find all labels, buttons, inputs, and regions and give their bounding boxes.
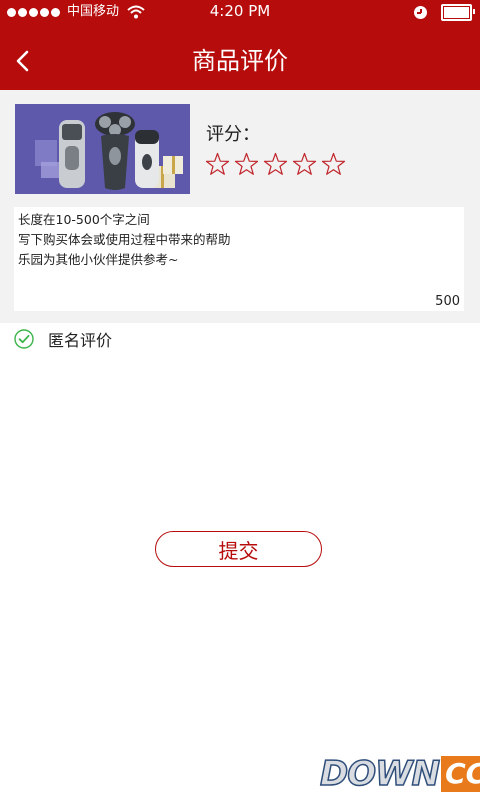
watermark-logo: DOWN CC <box>319 753 480 795</box>
anonymous-review-label: 匿名评价 <box>48 331 113 350</box>
star-icon[interactable] <box>234 152 259 177</box>
status-time: 4:20 PM <box>209 2 271 20</box>
star-icon[interactable] <box>292 152 317 177</box>
watermark-text-main: DOWN <box>319 753 441 795</box>
submit-button[interactable]: 提交 <box>155 531 322 567</box>
status-right <box>414 4 475 21</box>
status-bar: 中国移动 4:20 PM <box>0 0 480 24</box>
review-placeholder: 长度在10-500个字之间 写下购买体会或使用过程中带来的帮助 乐园为其他小伙伴… <box>18 212 231 267</box>
char-limit-counter: 500 <box>435 294 460 309</box>
electric-shaver-product-image <box>15 104 190 194</box>
anonymous-review-toggle[interactable]: 匿名评价 <box>14 327 112 351</box>
check-circle-icon <box>14 329 34 349</box>
review-screen: 中国移动 4:20 PM 商品评价 评分： 长度在10-500个字之间 写下购买… <box>0 0 480 800</box>
rating-label: 评分： <box>206 124 260 145</box>
alarm-clock-icon <box>414 6 427 19</box>
star-icon[interactable] <box>321 152 346 177</box>
star-icon[interactable] <box>263 152 288 177</box>
battery-icon <box>441 4 475 21</box>
page-title: 商品评价 <box>192 47 288 75</box>
watermark-text-suffix: CC <box>441 756 480 792</box>
product-review-panel: 评分： 长度在10-500个字之间 写下购买体会或使用过程中带来的帮助 乐园为其… <box>0 90 480 323</box>
product-image <box>15 104 190 194</box>
review-textarea[interactable]: 长度在10-500个字之间 写下购买体会或使用过程中带来的帮助 乐园为其他小伙伴… <box>14 207 464 311</box>
star-icon[interactable] <box>205 152 230 177</box>
app-header: 中国移动 4:20 PM 商品评价 <box>0 0 480 90</box>
star-rating[interactable] <box>205 152 346 177</box>
